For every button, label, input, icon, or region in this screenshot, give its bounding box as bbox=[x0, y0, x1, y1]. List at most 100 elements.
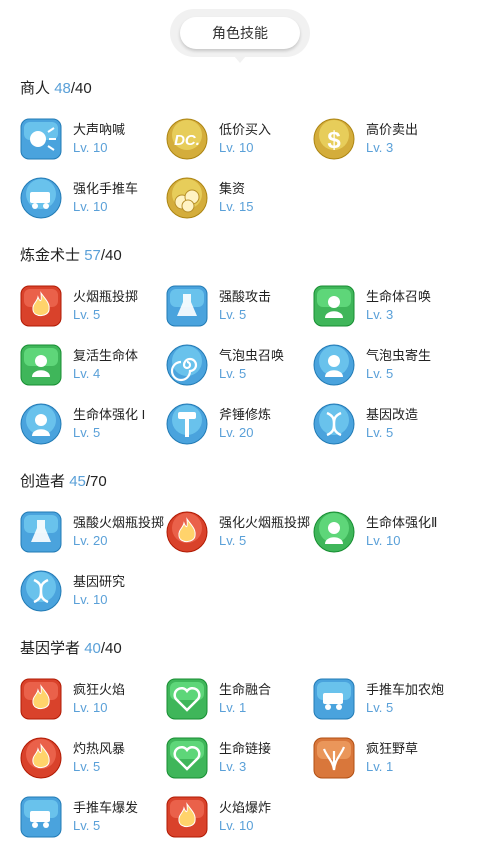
gene-research-icon[interactable] bbox=[20, 570, 62, 612]
skill-level: Lv. 20 bbox=[219, 425, 254, 440]
homunculus-boost-2-icon[interactable] bbox=[313, 511, 355, 553]
skill-level: Lv. 10 bbox=[73, 199, 108, 214]
cart-upgrade-icon[interactable] bbox=[20, 177, 62, 219]
skill-level: Lv. 10 bbox=[73, 140, 108, 155]
skill-level: Lv. 10 bbox=[219, 818, 254, 833]
skill-name: 斧锤修炼 bbox=[219, 407, 272, 422]
skill-item[interactable]: 生命体强化Ⅱ Lv. 10 bbox=[313, 511, 463, 557]
skill-name: 生命链接 bbox=[219, 741, 272, 756]
skill-item[interactable]: 生命体强化 I Lv. 5 bbox=[20, 403, 170, 449]
skill-level: Lv. 5 bbox=[219, 366, 247, 381]
skill-level: Lv. 4 bbox=[73, 366, 101, 381]
skill-level: Lv. 1 bbox=[366, 759, 394, 774]
skill-item[interactable]: DC. 低价买入 Lv. 10 bbox=[166, 118, 316, 164]
skill-level: Lv. 5 bbox=[73, 307, 101, 322]
skill-item[interactable]: 强化火烟瓶投掷 Lv. 5 bbox=[166, 511, 316, 557]
cart-cannon-icon[interactable] bbox=[313, 678, 355, 720]
skill-name: 气泡虫寄生 bbox=[366, 348, 432, 363]
skill-item[interactable]: 基因改造 Lv. 5 bbox=[313, 403, 463, 449]
section-max: /40 bbox=[100, 247, 122, 264]
resurrect-homunculus-icon[interactable] bbox=[20, 344, 62, 386]
section-name: 基因学者 bbox=[20, 640, 81, 657]
skill-name: 复活生命体 bbox=[73, 348, 139, 363]
skill-name: 生命体强化Ⅱ bbox=[366, 515, 438, 530]
homunculus-boost-icon[interactable] bbox=[20, 403, 62, 445]
section-points: 48 bbox=[54, 80, 71, 97]
skill-item[interactable]: 疯狂野草 Lv. 1 bbox=[313, 737, 463, 783]
skill-name: 强化火烟瓶投掷 bbox=[219, 515, 311, 530]
skill-item[interactable]: 生命体召唤 Lv. 3 bbox=[313, 285, 463, 331]
skill-item[interactable]: $ 高价卖出 Lv. 3 bbox=[313, 118, 463, 164]
coin-pile-icon[interactable] bbox=[166, 177, 208, 219]
crazy-weed-icon[interactable] bbox=[313, 737, 355, 779]
skill-name: 强酸火烟瓶投掷 bbox=[73, 515, 165, 530]
skill-level: Lv. 5 bbox=[73, 425, 101, 440]
skill-item[interactable]: 灼热风暴 Lv. 5 bbox=[20, 737, 170, 783]
skill-item[interactable]: 强酸攻击 Lv. 5 bbox=[166, 285, 316, 331]
skill-level: Lv. 15 bbox=[219, 199, 254, 214]
skill-item[interactable]: 手推车爆发 Lv. 5 bbox=[20, 796, 170, 842]
skill-item[interactable]: 大声吶喊 Lv. 10 bbox=[20, 118, 170, 164]
skill-name: 强酸攻击 bbox=[219, 289, 272, 304]
fire-bottle-icon[interactable] bbox=[20, 285, 62, 327]
section-points: 57 bbox=[84, 247, 101, 264]
page-title[interactable]: 角色技能 bbox=[180, 17, 300, 49]
skill-name: 基因研究 bbox=[73, 574, 126, 589]
summon-homunculus-icon[interactable] bbox=[313, 285, 355, 327]
skill-item[interactable]: 生命融合 Lv. 1 bbox=[166, 678, 316, 724]
fire-explosion-icon[interactable] bbox=[166, 796, 208, 838]
skill-name: 强化手推车 bbox=[73, 181, 139, 196]
header-tab: 角色技能 bbox=[170, 9, 310, 63]
skill-item[interactable]: 生命链接 Lv. 3 bbox=[166, 737, 316, 783]
acid-bomb-icon[interactable] bbox=[20, 511, 62, 553]
skill-item[interactable]: 火焰爆炸 Lv. 10 bbox=[166, 796, 316, 842]
skill-item[interactable]: 基因研究 Lv. 10 bbox=[20, 570, 170, 616]
skill-item[interactable]: 气泡虫寄生 Lv. 5 bbox=[313, 344, 463, 390]
dollar-coin-icon[interactable]: $ bbox=[313, 118, 355, 160]
section-max: /40 bbox=[70, 80, 92, 97]
skill-name: 火焰爆炸 bbox=[219, 800, 272, 815]
skill-name: 疯狂野草 bbox=[366, 741, 419, 756]
skill-level: Lv. 10 bbox=[73, 700, 108, 715]
skill-level: Lv. 10 bbox=[219, 140, 254, 155]
skill-item[interactable]: 集资 Lv. 15 bbox=[166, 177, 316, 223]
skill-level: Lv. 5 bbox=[219, 307, 247, 322]
dna-icon[interactable] bbox=[313, 403, 355, 445]
section-title-geneticist: 基因学者 40/40 bbox=[20, 637, 122, 658]
skill-level: Lv. 5 bbox=[366, 700, 394, 715]
skill-level: Lv. 5 bbox=[219, 533, 247, 548]
skill-level: Lv. 3 bbox=[366, 307, 394, 322]
skill-item[interactable]: 气泡虫召唤 Lv. 5 bbox=[166, 344, 316, 390]
dc-coin-icon[interactable]: DC. bbox=[166, 118, 208, 160]
crazy-flame-icon[interactable] bbox=[20, 678, 62, 720]
svg-text:DC.: DC. bbox=[174, 132, 200, 149]
skill-item[interactable]: 复活生命体 Lv. 4 bbox=[20, 344, 170, 390]
axe-hammer-icon[interactable] bbox=[166, 403, 208, 445]
skill-item[interactable]: 火烟瓶投掷 Lv. 5 bbox=[20, 285, 170, 331]
skill-name: 手推车加农炮 bbox=[366, 682, 445, 697]
fire-storm-icon[interactable] bbox=[20, 737, 62, 779]
fire-bomb-icon[interactable] bbox=[166, 511, 208, 553]
section-title-merchant: 商人 48/40 bbox=[20, 77, 92, 98]
acid-flask-icon[interactable] bbox=[166, 285, 208, 327]
life-fusion-icon[interactable] bbox=[166, 678, 208, 720]
skill-name: 生命体召唤 bbox=[366, 289, 432, 304]
skill-item[interactable]: 疯狂火焰 Lv. 10 bbox=[20, 678, 170, 724]
skill-level: Lv. 3 bbox=[219, 759, 247, 774]
skill-item[interactable]: 强酸火烟瓶投掷 Lv. 20 bbox=[20, 511, 170, 557]
skill-item[interactable]: 强化手推车 Lv. 10 bbox=[20, 177, 170, 223]
skill-level: Lv. 20 bbox=[73, 533, 108, 548]
life-link-icon[interactable] bbox=[166, 737, 208, 779]
cart-boost-icon[interactable] bbox=[20, 796, 62, 838]
skill-name: 生命体强化 I bbox=[73, 407, 146, 422]
section-max: /40 bbox=[100, 640, 122, 657]
svg-text:$: $ bbox=[327, 127, 341, 154]
skill-name: 大声吶喊 bbox=[73, 122, 126, 137]
skill-level: Lv. 1 bbox=[219, 700, 247, 715]
skill-item[interactable]: 手推车加农炮 Lv. 5 bbox=[313, 678, 463, 724]
section-name: 商人 bbox=[20, 80, 51, 97]
shout-icon[interactable] bbox=[20, 118, 62, 160]
swirl-icon[interactable] bbox=[166, 344, 208, 386]
bubble-parasite-icon[interactable] bbox=[313, 344, 355, 386]
skill-item[interactable]: 斧锤修炼 Lv. 20 bbox=[166, 403, 316, 449]
